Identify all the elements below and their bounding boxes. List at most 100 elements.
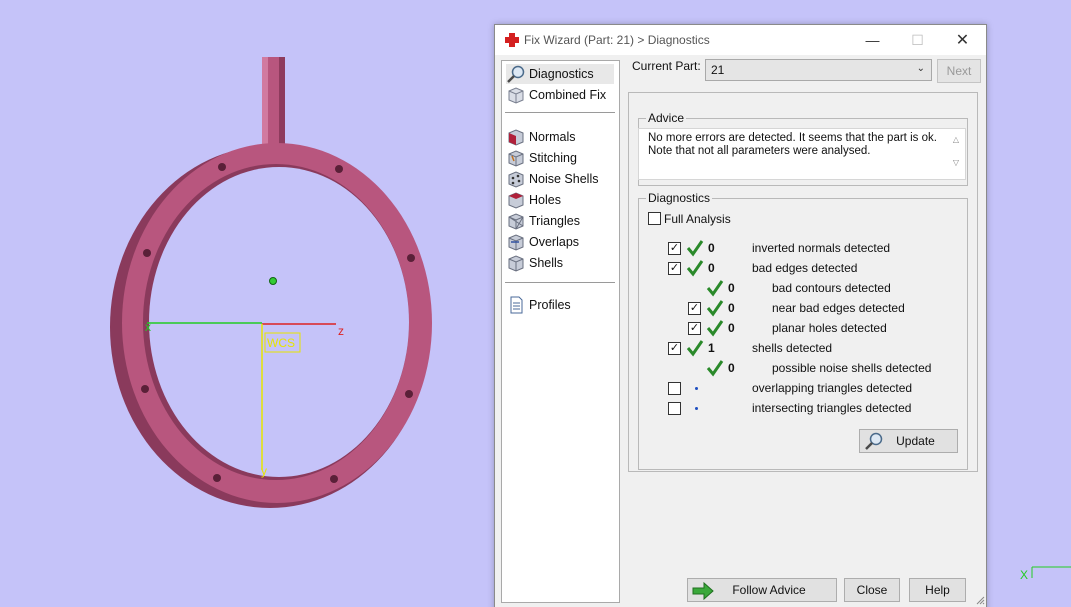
next-button[interactable]: Next bbox=[937, 59, 981, 83]
nav-label: Diagnostics bbox=[529, 67, 594, 81]
nav-label: Stitching bbox=[529, 151, 577, 165]
nav-label: Noise Shells bbox=[529, 172, 599, 186]
resize-grip-icon[interactable] bbox=[975, 595, 985, 605]
row-checkbox[interactable]: ✓ bbox=[688, 322, 701, 335]
update-label: Update bbox=[896, 434, 935, 448]
count: 1 bbox=[708, 341, 715, 355]
row-checkbox[interactable]: ✓ bbox=[688, 302, 701, 315]
advice-scrollbar[interactable]: △ ▽ bbox=[948, 130, 964, 176]
advice-text: No more errors are detected. It seems th… bbox=[648, 132, 937, 157]
cube-icon bbox=[508, 87, 524, 104]
nav-label: Triangles bbox=[529, 214, 580, 228]
nav-item-diagnostics[interactable]: Diagnostics bbox=[506, 64, 614, 84]
minimize-button[interactable]: — bbox=[850, 25, 895, 55]
z-axis-label: z bbox=[338, 324, 344, 338]
follow-advice-label: Follow Advice bbox=[732, 583, 806, 597]
full-analysis-checkbox[interactable] bbox=[648, 212, 661, 225]
green-check-icon bbox=[686, 240, 704, 257]
nav-label: Overlaps bbox=[529, 235, 580, 249]
nav-item-noise-shells[interactable]: Noise Shells bbox=[506, 169, 614, 189]
count: 0 bbox=[728, 361, 735, 375]
nav-item-stitching[interactable]: Stitching bbox=[506, 148, 614, 168]
wizard-nav: Diagnostics Combined Fix Normals Stitchi… bbox=[501, 60, 620, 603]
next-label: Next bbox=[946, 64, 972, 78]
row-checkbox[interactable]: ✓ bbox=[668, 242, 681, 255]
overlaps-cube-icon bbox=[508, 234, 524, 251]
wcs-label: WCS bbox=[267, 336, 295, 350]
count: 0 bbox=[708, 241, 715, 255]
nav-item-triangles[interactable]: Triangles bbox=[506, 211, 614, 231]
minimize-icon: — bbox=[865, 32, 880, 48]
row-label: bad contours detected bbox=[772, 281, 891, 295]
x-axis-label: x bbox=[145, 320, 151, 334]
row-label: planar holes detected bbox=[772, 321, 887, 335]
row-label: inverted normals detected bbox=[752, 241, 891, 255]
close-icon: ✕ bbox=[955, 32, 970, 49]
stitching-cube-icon bbox=[508, 150, 524, 167]
y-axis-label: y bbox=[261, 464, 267, 478]
current-part-label: Current Part: bbox=[632, 59, 701, 73]
advice-textbox[interactable]: No more errors are detected. It seems th… bbox=[638, 128, 966, 180]
nav-item-shells[interactable]: Shells bbox=[506, 253, 614, 273]
nav-item-combined-fix[interactable]: Combined Fix bbox=[506, 85, 614, 105]
count: 0 bbox=[728, 301, 735, 315]
nav-label: Holes bbox=[529, 193, 561, 207]
scroll-down-icon: ▽ bbox=[952, 158, 960, 167]
normals-cube-icon bbox=[508, 129, 524, 146]
nav-divider bbox=[505, 282, 615, 283]
nav-item-normals[interactable]: Normals bbox=[506, 127, 614, 147]
document-icon bbox=[510, 296, 523, 314]
green-check-icon bbox=[706, 320, 724, 337]
update-button[interactable]: Update bbox=[859, 429, 958, 453]
row-label: intersecting triangles detected bbox=[752, 401, 912, 415]
nav-divider bbox=[505, 112, 615, 113]
noise-shells-icon bbox=[508, 171, 524, 188]
maximize-icon: ☐ bbox=[911, 31, 924, 48]
count: 0 bbox=[728, 281, 735, 295]
status-dot bbox=[695, 407, 698, 410]
nav-item-profiles[interactable]: Profiles bbox=[506, 295, 614, 315]
help-button[interactable]: Help bbox=[909, 578, 966, 602]
title-bar[interactable]: Fix Wizard (Part: 21) > Diagnostics — ☐ … bbox=[495, 25, 986, 55]
row-label: possible noise shells detected bbox=[772, 361, 932, 375]
count: 0 bbox=[728, 321, 735, 335]
row-label: bad edges detected bbox=[752, 261, 858, 275]
center-point bbox=[269, 277, 277, 285]
row-checkbox[interactable] bbox=[668, 402, 681, 415]
green-arrow-icon bbox=[692, 582, 714, 600]
mini-axis-x-label: X bbox=[1020, 568, 1028, 582]
close-button[interactable]: Close bbox=[844, 578, 900, 602]
holes-cube-icon bbox=[508, 192, 524, 209]
diagnostics-title: Diagnostics bbox=[646, 191, 713, 205]
row-checkbox[interactable] bbox=[668, 382, 681, 395]
green-check-icon bbox=[686, 260, 704, 277]
follow-advice-button[interactable]: Follow Advice bbox=[687, 578, 837, 602]
triangles-cube-icon bbox=[508, 213, 524, 230]
fix-wizard-dialog: Fix Wizard (Part: 21) > Diagnostics — ☐ … bbox=[494, 24, 987, 607]
red-cross-icon bbox=[505, 33, 519, 47]
full-analysis-label: Full Analysis bbox=[664, 212, 731, 226]
nav-label: Normals bbox=[529, 130, 576, 144]
status-dot bbox=[695, 387, 698, 390]
close-label: Close bbox=[856, 583, 888, 597]
close-window-button[interactable]: ✕ bbox=[940, 25, 985, 55]
green-check-icon bbox=[706, 360, 724, 377]
nav-label: Combined Fix bbox=[529, 88, 607, 102]
shells-cube-icon bbox=[508, 255, 524, 272]
current-part-select[interactable]: 21 ⌄ bbox=[705, 59, 932, 81]
magnifier-icon bbox=[865, 432, 883, 450]
chevron-down-icon: ⌄ bbox=[916, 63, 925, 74]
row-label: near bad edges detected bbox=[772, 301, 905, 315]
row-checkbox[interactable]: ✓ bbox=[668, 262, 681, 275]
help-label: Help bbox=[925, 583, 950, 597]
nav-item-holes[interactable]: Holes bbox=[506, 190, 614, 210]
dialog-title: Fix Wizard (Part: 21) > Diagnostics bbox=[524, 33, 710, 47]
green-check-icon bbox=[686, 340, 704, 357]
green-check-icon bbox=[706, 280, 724, 297]
green-check-icon bbox=[706, 300, 724, 317]
scroll-up-icon: △ bbox=[952, 135, 960, 144]
nav-item-overlaps[interactable]: Overlaps bbox=[506, 232, 614, 252]
nav-label: Shells bbox=[529, 256, 564, 270]
row-checkbox[interactable]: ✓ bbox=[668, 342, 681, 355]
maximize-button[interactable]: ☐ bbox=[895, 25, 940, 55]
